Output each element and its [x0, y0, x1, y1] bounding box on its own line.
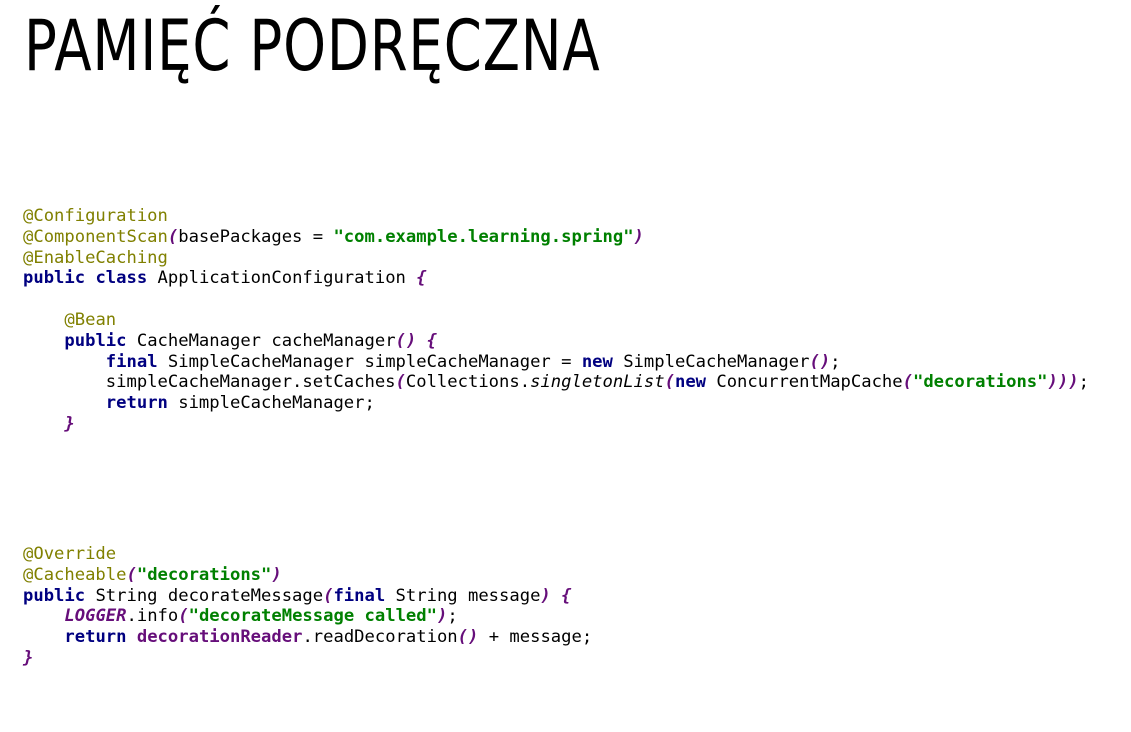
code-token-keyword: public — [23, 585, 86, 606]
code-line: public class ApplicationConfiguration { — [23, 268, 1089, 289]
code-block-configuration: @Configuration @ComponentScan(basePackage… — [23, 206, 1089, 435]
code-token-paren: { — [416, 268, 427, 289]
code-token-annotation: @Cacheable — [23, 564, 127, 585]
code-line: @Override — [23, 544, 592, 565]
code-line: @EnableCaching — [23, 248, 1089, 269]
code-token-paren: ( — [178, 606, 189, 627]
code-token-plain: ConcurrentMapCache — [706, 372, 903, 393]
code-line: @Bean — [23, 310, 1089, 331]
code-line: public String decorateMessage(final Stri… — [23, 586, 592, 607]
code-line: LOGGER.info("decorateMessage called"); — [23, 606, 592, 627]
code-token-plain: String message — [385, 585, 541, 606]
code-token-paren: ) — [633, 226, 644, 247]
code-token-keyword: public — [64, 330, 127, 351]
code-token-paren: () — [395, 330, 417, 351]
code-token-keyword: final — [105, 351, 158, 372]
code-line: return simpleCacheManager; — [23, 393, 1089, 414]
code-token-plain: ; — [447, 606, 458, 627]
code-token-paren: ) — [436, 606, 448, 627]
code-token-annotation: @EnableCaching — [23, 247, 168, 268]
code-token-field: decorationReader — [136, 627, 303, 648]
code-token-plain: simpleCacheManager.setCaches — [23, 372, 396, 393]
code-token-paren: { — [561, 585, 572, 606]
code-token-plain: basePackages = — [178, 226, 334, 247]
code-block-decorate-message: @Override @Cacheable("decorations") public… — [23, 544, 592, 669]
code-token-plain: .info — [126, 606, 179, 627]
code-token-paren: ))) — [1047, 372, 1079, 393]
code-token-keyword: class — [95, 268, 148, 289]
code-token-paren: () — [457, 627, 479, 648]
code-token-keyword: return — [64, 627, 127, 648]
code-token-paren: ( — [323, 585, 334, 606]
code-token-plain: ApplicationConfiguration — [147, 268, 417, 289]
code-token-paren: ( — [902, 372, 913, 393]
code-token-method-static: singletonList — [530, 372, 665, 393]
code-token-paren: ( — [395, 372, 406, 393]
code-token-plain: simpleCacheManager; — [167, 393, 375, 414]
code-token-paren: ( — [167, 226, 179, 247]
code-token-paren: ) — [271, 564, 282, 585]
code-line: return decorationReader.readDecoration()… — [23, 627, 592, 648]
code-token-annotation: @ComponentScan — [23, 226, 168, 247]
code-token-string: "decorateMessage called" — [188, 606, 437, 627]
code-token-annotation: @Bean — [64, 309, 117, 330]
code-token-paren: ( — [664, 372, 675, 393]
code-line: } — [23, 414, 1089, 435]
code-token-paren: ( — [126, 564, 137, 585]
code-line: simpleCacheManager.setCaches(Collections… — [23, 372, 1089, 393]
code-token-string: "decorations" — [912, 372, 1048, 393]
code-token-paren: () — [809, 351, 831, 372]
code-token-keyword: public — [23, 268, 86, 289]
code-token-keyword: new — [674, 372, 707, 393]
code-token-annotation: @Configuration — [23, 206, 168, 226]
slide-title: PAMIĘĆ PODRĘCZNA — [24, 5, 601, 87]
code-token-annotation: @Override — [23, 544, 117, 564]
code-token-paren: } — [23, 647, 34, 668]
code-token-plain: .readDecoration — [302, 627, 458, 648]
code-token-plain: SimpleCacheManager simpleCacheManager = — [157, 351, 582, 372]
code-token-plain: CacheManager cacheManager — [126, 330, 396, 351]
code-token-keyword: new — [581, 351, 613, 372]
code-token-plain: Collections. — [405, 372, 531, 393]
code-token-string: "decorations" — [136, 564, 272, 585]
code-token-plain: + message; — [478, 627, 593, 648]
code-token-paren: } — [64, 413, 75, 434]
code-line: @Cacheable("decorations") — [23, 565, 592, 586]
code-token-paren: ) — [540, 585, 551, 606]
code-token-static: LOGGER — [64, 606, 127, 627]
code-line: @ComponentScan(basePackages = "com.examp… — [23, 227, 1089, 248]
code-token-keyword: return — [105, 393, 168, 414]
code-token-plain: SimpleCacheManager — [612, 351, 810, 372]
code-line: @Configuration — [23, 206, 1089, 227]
code-token-string: "com.example.learning.spring" — [333, 226, 634, 247]
code-token-paren: { — [426, 330, 437, 351]
code-line: } — [23, 648, 592, 669]
code-token-plain: String decorateMessage — [85, 585, 324, 606]
code-line: public CacheManager cacheManager() { — [23, 331, 1089, 352]
code-token-plain: ; — [1078, 372, 1089, 393]
code-line: final SimpleCacheManager simpleCacheMana… — [23, 352, 1089, 373]
code-token-plain: ; — [830, 351, 841, 372]
code-token-keyword: final — [333, 585, 386, 606]
